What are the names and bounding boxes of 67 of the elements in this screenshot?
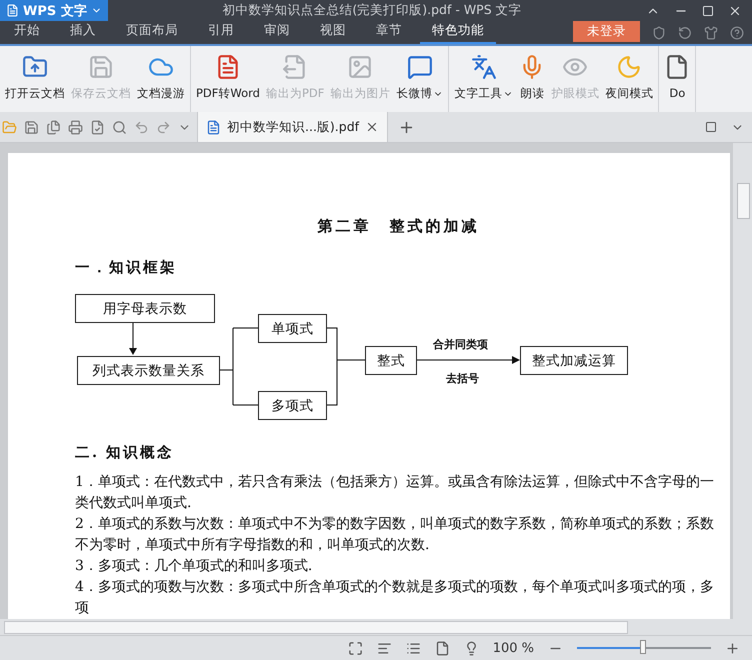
document-icon[interactable]: [90, 120, 105, 134]
undo-icon[interactable]: [134, 120, 149, 134]
arrow: [129, 322, 137, 355]
fullscreen-icon[interactable]: [348, 640, 363, 656]
paragraph: 4．多项式的项数与次数：多项式中所含单项式的个数就是多项式的项数，每个单项式叫多项式的项，多项: [75, 578, 715, 618]
vertical-scrollbar[interactable]: [733, 143, 752, 619]
ribbon-button[interactable]: 文字工具: [452, 54, 516, 112]
ribbon-button[interactable]: PDF转Word: [194, 54, 262, 112]
slider-thumb[interactable]: [640, 640, 646, 654]
document-icon: [6, 4, 19, 17]
section-heading: 二. 知识概念: [75, 443, 176, 462]
image-icon: [347, 54, 374, 80]
window-icon[interactable]: [705, 121, 717, 133]
menu-tab[interactable]: 插入: [58, 22, 108, 44]
maximize-icon[interactable]: [702, 4, 714, 16]
window-title: 初中数学知识点全总结(完美打印版).pdf - WPS 文字: [221, 2, 523, 19]
diagram-node: 列式表示数量关系: [77, 356, 220, 385]
zoom-in-icon[interactable]: [725, 640, 740, 656]
menu-tab[interactable]: 审阅: [252, 22, 302, 44]
save-icon[interactable]: [24, 120, 39, 134]
app-menu-button[interactable]: WPS 文字: [0, 0, 108, 21]
paragraph: 1．单项式：在代数式中，若只含有乘法（包括乘方）运算。或虽含有除法运算，但除式中不含字母的一类代数式叫单项式.: [75, 473, 715, 513]
refresh-icon[interactable]: [678, 26, 692, 40]
shirt-icon[interactable]: [704, 26, 718, 40]
folder-icon: [22, 54, 48, 80]
translate-icon: [470, 54, 497, 80]
menu-tab[interactable]: 章节: [364, 22, 414, 44]
outline-icon[interactable]: [406, 640, 421, 656]
ribbon-button[interactable]: 朗读: [517, 54, 548, 112]
print-icon[interactable]: [68, 120, 83, 134]
menu-tab[interactable]: 引用: [196, 22, 246, 44]
message-icon: [406, 54, 433, 80]
ribbon-button[interactable]: 文档漫游: [135, 54, 187, 112]
page-view-icon[interactable]: [376, 640, 392, 656]
tab-label: 初中数学知识...版).pdf: [227, 118, 360, 136]
paragraph: 2．单项式的系数与次数：单项式中不为零的数字因数，叫单项式的数字系数，简称单项式的系数；系数不为零时，单项式中所有字母指数的和，叫单项式的次数.: [75, 515, 715, 555]
scrollbar-thumb[interactable]: [737, 183, 750, 219]
shield-icon[interactable]: [652, 26, 666, 40]
diagram-node: 多项式: [258, 391, 327, 420]
document-icon: [206, 120, 221, 134]
document-tab[interactable]: 初中数学知识...版).pdf: [197, 112, 388, 142]
arrow-label: 合并同类项: [433, 337, 488, 352]
zoom-level: 100 %: [492, 640, 534, 656]
diagram-node: 单项式: [258, 314, 327, 343]
save-icon: [88, 54, 114, 80]
diagram-node: 整式: [365, 346, 417, 375]
ribbon-button[interactable]: 夜间模式: [603, 54, 656, 112]
menu-tab[interactable]: 视图: [308, 22, 358, 44]
arrow-label: 去括号: [446, 371, 479, 386]
file-icon[interactable]: [434, 640, 450, 656]
files-icon[interactable]: [46, 120, 61, 134]
document-title: 第二章 整式的加减: [316, 217, 480, 236]
scrollbar-thumb[interactable]: [4, 620, 628, 634]
ribbon-button[interactable]: 打开云文档: [3, 54, 67, 112]
preview-icon[interactable]: [112, 120, 127, 134]
menu-tab[interactable]: 开始: [2, 22, 52, 44]
diagram-node: 整式加减运算: [520, 346, 628, 375]
menu-tab[interactable]: 页面布局: [114, 22, 190, 44]
section-heading: 一．知识框架: [75, 258, 178, 277]
horizontal-scrollbar[interactable]: [0, 619, 752, 635]
help-icon[interactable]: [730, 26, 744, 40]
ribbon-button[interactable]: 长微博: [394, 54, 446, 112]
diagram-node: 用字母表示数: [75, 294, 215, 323]
redo-icon[interactable]: [156, 120, 171, 134]
ribbon-button[interactable]: Do: [662, 54, 692, 112]
moon-icon: [616, 54, 642, 80]
paragraph: 3．多项式：几个单项式的和叫多项式.: [75, 557, 314, 576]
